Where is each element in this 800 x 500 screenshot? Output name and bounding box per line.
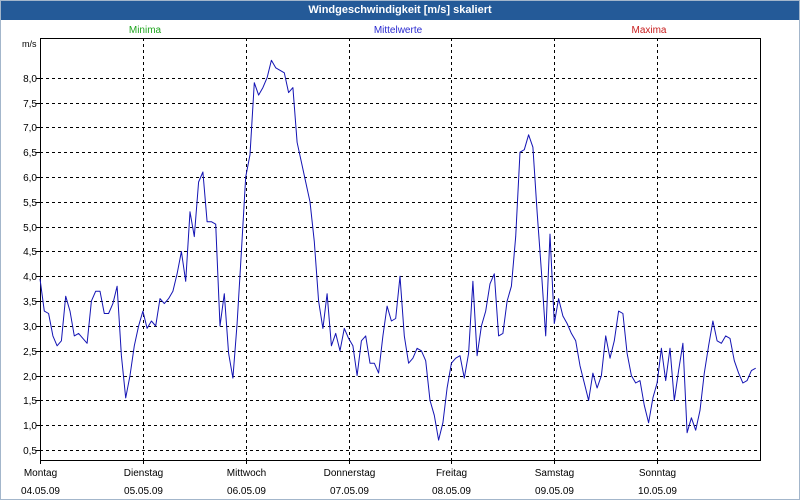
y-tick-label: 5,0 xyxy=(23,223,37,234)
y-tick-label: 5,5 xyxy=(23,198,37,209)
legend-item-minima: Minima xyxy=(128,25,162,36)
x-tick-label-day: Sonntag xyxy=(639,468,676,479)
y-tick-label: 7,0 xyxy=(23,123,37,134)
x-tick-label-day: Montag xyxy=(24,468,57,479)
y-tick-label: 3,5 xyxy=(23,297,37,308)
y-axis-label: m/s xyxy=(22,39,37,49)
legend-item-mittelwerte: Mittelwerte xyxy=(373,25,423,36)
x-tick-label-day: Samstag xyxy=(535,468,574,479)
x-tick-label-date: 04.05.09 xyxy=(21,486,60,497)
title-bar: Windgeschwindigkeit [m/s] skaliert xyxy=(0,0,800,20)
y-tick-label: 4,0 xyxy=(23,272,37,283)
x-tick-label-date: 05.05.09 xyxy=(124,486,163,497)
y-tick-label: 1,5 xyxy=(23,396,37,407)
y-tick-label: 8,0 xyxy=(23,74,37,85)
y-tick-label: 1,0 xyxy=(23,421,37,432)
x-tick-label-date: 07.05.09 xyxy=(330,486,369,497)
x-tick-label-date: 08.05.09 xyxy=(432,486,471,497)
x-tick-label-day: Freitag xyxy=(436,468,467,479)
y-tick-label: 7,5 xyxy=(23,99,37,110)
x-tick-label-date: 10.05.09 xyxy=(638,486,677,497)
y-tick-label: 2,0 xyxy=(23,372,37,383)
plot-frame xyxy=(40,38,761,461)
x-tick-label-day: Mittwoch xyxy=(227,468,266,479)
x-tick-label-day: Dienstag xyxy=(124,468,163,479)
y-tick-label: 2,5 xyxy=(23,347,37,358)
y-tick-label: 3,0 xyxy=(23,322,37,333)
x-tick-label-day: Donnerstag xyxy=(324,468,376,479)
series-line-mittelwerte xyxy=(39,59,756,441)
chart-window: 0,5 1,0 1,5 2,0 2,5 3,0 3,5 4,0 4,5 5,0 5,5 6,0 6,5 7… xyxy=(0,0,800,500)
y-tick-label: 6,5 xyxy=(23,148,37,159)
y-tick-label: 0,5 xyxy=(23,446,37,457)
x-tick-label-date: 06.05.09 xyxy=(227,486,266,497)
y-tick-label: 4,5 xyxy=(23,247,37,258)
legend-item-maxima: Maxima xyxy=(631,25,667,36)
grid xyxy=(40,38,760,460)
chart-plot: 0,5 1,0 1,5 2,0 2,5 3,0 3,5 4,0 4,5 5,0 5,5 6,0 6,5 7… xyxy=(21,38,761,497)
y-tick-label: 6,0 xyxy=(23,173,37,184)
x-tick-label-date: 09.05.09 xyxy=(535,486,574,497)
chart-title: Windgeschwindigkeit [m/s] skaliert xyxy=(308,4,492,16)
